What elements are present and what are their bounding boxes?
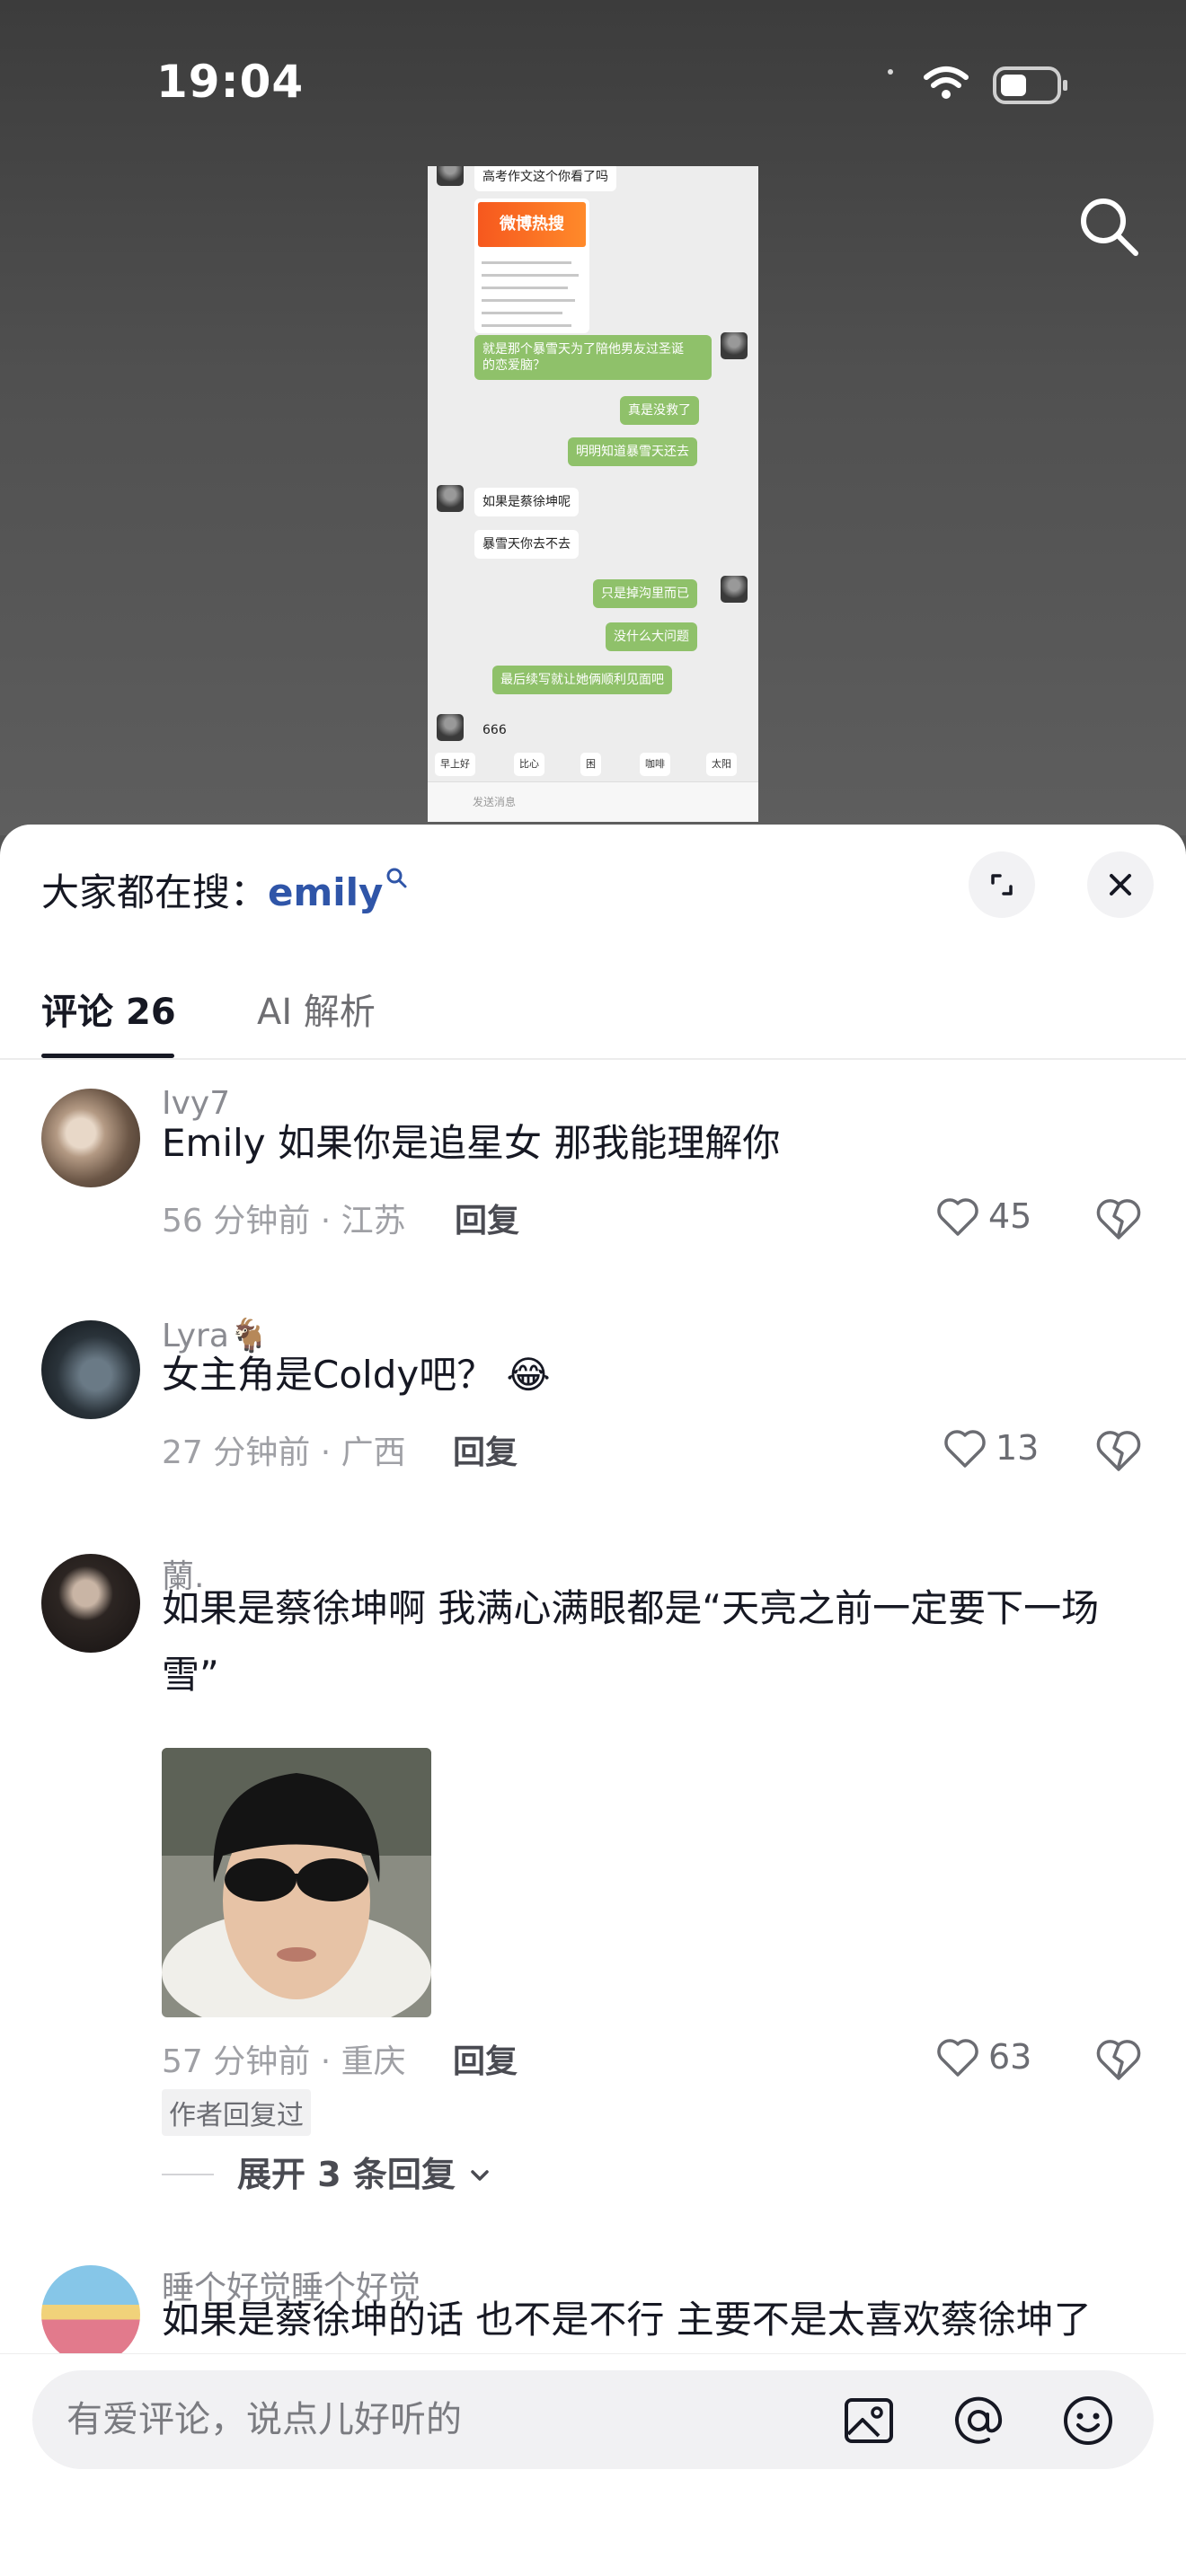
chat-avatar <box>437 714 464 741</box>
comment-sheet: 大家都在搜：emily 评论 26 AI 解析 Ivy7 Emily 如果你是追星… <box>0 825 1186 2576</box>
avatar[interactable] <box>41 2265 140 2364</box>
comment-text: 如果是蔡徐坤啊 我满心满眼都是“天亮之前一定要下一场雪” <box>162 1586 1100 1697</box>
chat-input-bar: 发送消息 <box>428 781 758 822</box>
chat-avatar <box>437 485 464 512</box>
like-button[interactable]: 45 <box>936 1189 1071 1243</box>
like-count: 13 <box>996 1428 1040 1468</box>
video-background[interactable]: 19:04 高考作文这个你看了吗 微博热搜 就是那个暴雪天为了陪他男友过圣诞 的… <box>0 0 1186 835</box>
like-count: 63 <box>988 2037 1032 2077</box>
expand-icon <box>991 874 1013 895</box>
status-icons <box>888 66 1067 104</box>
comment-time-location: 27 分钟前 · 广西 <box>162 1434 406 1471</box>
chat-message: 就是那个暴雪天为了陪他男友过圣诞 的恋爱脑？ <box>474 335 712 380</box>
divider <box>162 2174 214 2175</box>
chat-input-placeholder: 发送消息 <box>473 796 517 808</box>
heart-icon <box>944 1430 986 1468</box>
tab-bar: 评论 26 AI 解析 <box>0 950 1186 1060</box>
comment-text: Emily 如果你是追星女 那我能理解你 <box>162 1121 781 1165</box>
chat-message: 高考作文这个你看了吗 <box>474 166 616 191</box>
comment-image[interactable] <box>162 1748 431 2017</box>
heart-icon <box>937 1198 978 1236</box>
quick-reply: 咖啡 <box>640 753 670 776</box>
comment-text: 如果是蔡徐坤的话 也不是不行 主要不是太喜欢蔡徐坤了 <box>162 2298 1092 2342</box>
reply-button[interactable]: 回复 <box>455 1195 519 1241</box>
tab-comments[interactable]: 评论 26 <box>41 983 176 1035</box>
chat-message: 真是没救了 <box>620 396 699 425</box>
chat-avatar <box>437 166 464 186</box>
emoji-icon[interactable] <box>1062 2395 1114 2447</box>
suggestion-keyword[interactable]: emily <box>268 870 383 914</box>
search-icon[interactable] <box>1075 192 1143 260</box>
comment-item: 蘭. 如果是蔡徐坤啊 我满心满眼都是“天亮之前一定要下一场雪” 57 分钟前 ·… <box>0 1550 1186 2136</box>
reply-button[interactable]: 回复 <box>453 2035 518 2082</box>
chat-message: 最后续写就让她俩顺利见面吧 <box>492 666 672 694</box>
chat-message: 666 <box>482 723 507 737</box>
tab-ai-analysis[interactable]: AI 解析 <box>257 983 376 1035</box>
expand-replies-label: 展开 3 条回复 <box>237 2155 456 2194</box>
comment-item: Lyra🐐 女主角是Coldy吧？ 😂 27 分钟前 · 广西 回复 13 <box>0 1317 1186 1496</box>
quick-reply: 困 <box>580 753 601 776</box>
quick-reply: 比心 <box>514 753 544 776</box>
chevron-down-icon <box>471 2170 489 2181</box>
quick-reply: 早上好 <box>435 753 475 776</box>
broken-heart-icon[interactable] <box>1094 1195 1143 1243</box>
wifi-icon <box>924 66 969 88</box>
chat-shared-card: 微博热搜 <box>474 198 589 333</box>
suggestion-label: 大家都在搜： <box>41 870 269 914</box>
comment-count: 26 <box>126 992 176 1033</box>
like-button[interactable]: 63 <box>936 2030 1071 2084</box>
expand-replies-button[interactable]: 展开 3 条回复 <box>162 2147 492 2196</box>
status-time: 19:04 <box>156 56 305 108</box>
like-button[interactable]: 13 <box>943 1421 1078 1475</box>
comment-input[interactable] <box>66 2370 785 2469</box>
reply-button[interactable]: 回复 <box>453 1426 518 1473</box>
comment-input-bar <box>0 2353 1186 2576</box>
quick-reply-bar: 早上好 比心 困 咖啡 太阳 <box>428 745 758 781</box>
comment-item: Ivy7 Emily 如果你是追星女 那我能理解你 56 分钟前 · 江苏 回复… <box>0 1085 1186 1265</box>
expand-button[interactable] <box>969 851 1035 918</box>
heart-icon <box>937 2039 978 2077</box>
quick-reply: 太阳 <box>706 753 737 776</box>
chat-avatar <box>721 332 748 359</box>
comment-time-location: 57 分钟前 · 重庆 <box>162 2043 406 2080</box>
comment-input-container <box>32 2370 1154 2469</box>
battery-icon <box>993 66 1067 104</box>
chat-message: 没什么大问题 <box>606 622 697 651</box>
chat-message: 暴雪天你去不去 <box>474 530 579 559</box>
chat-avatar <box>721 576 748 603</box>
mention-icon[interactable] <box>952 2395 1005 2447</box>
chat-message: 如果是蔡徐坤呢 <box>474 488 579 516</box>
search-icon <box>386 868 407 888</box>
tab-comments-label: 评论 <box>41 992 113 1033</box>
avatar[interactable] <box>41 1320 140 1419</box>
image-icon[interactable] <box>843 2395 895 2447</box>
active-tab-indicator <box>41 1054 174 1058</box>
comment-time-location: 56 分钟前 · 江苏 <box>162 1203 406 1239</box>
author-replied-badge: 作者回复过 <box>162 2089 311 2136</box>
weibo-hot-title: 微博热搜 <box>478 202 586 247</box>
search-suggestion[interactable]: 大家都在搜：emily <box>41 862 408 917</box>
avatar[interactable] <box>41 1554 140 1653</box>
avatar[interactable] <box>41 1089 140 1187</box>
chat-message: 只是掉沟里而已 <box>593 579 697 608</box>
like-count: 45 <box>988 1196 1032 1236</box>
broken-heart-icon[interactable] <box>1094 2035 1143 2084</box>
chat-screenshot: 高考作文这个你看了吗 微博热搜 就是那个暴雪天为了陪他男友过圣诞 的恋爱脑？ 真是… <box>428 166 758 822</box>
close-icon <box>1110 874 1131 895</box>
close-button[interactable] <box>1087 851 1154 918</box>
chat-message: 明明知道暴雪天还去 <box>568 437 697 466</box>
broken-heart-icon[interactable] <box>1094 1426 1143 1475</box>
comment-text: 女主角是Coldy吧？ 😂 <box>162 1353 551 1397</box>
